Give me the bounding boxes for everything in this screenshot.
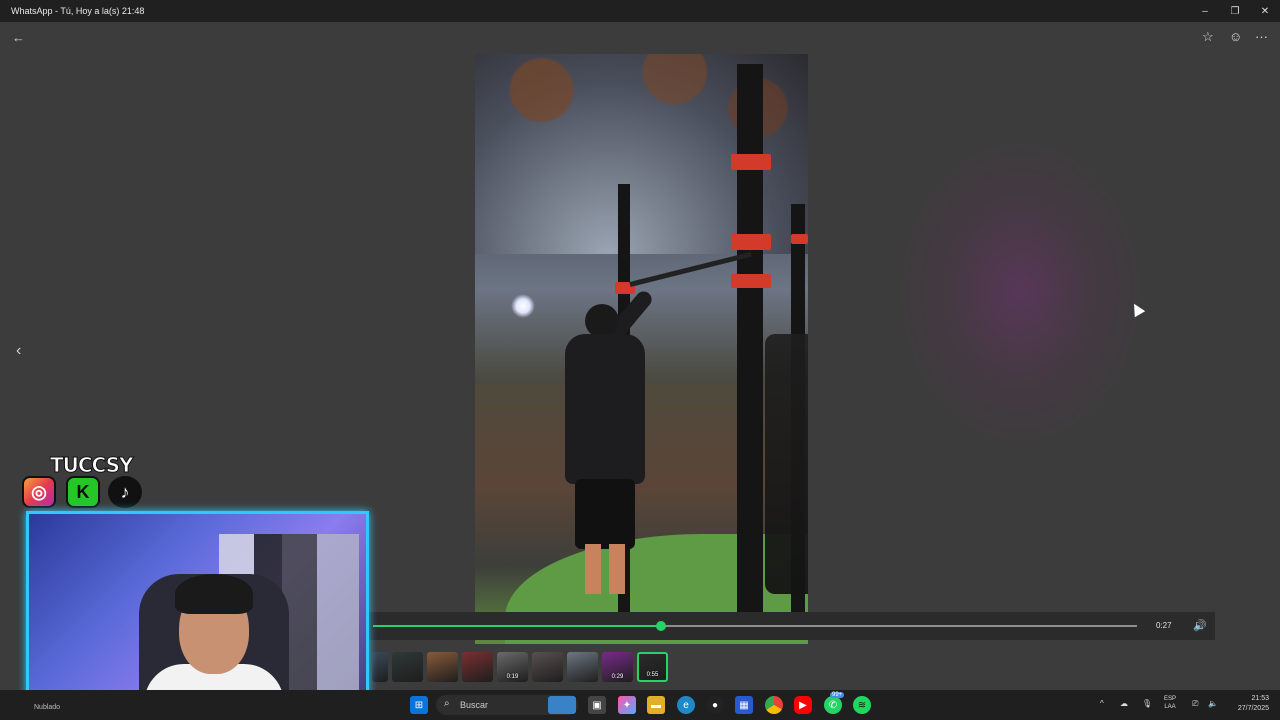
kick-icon: K	[66, 476, 100, 508]
emoji-react-icon[interactable]: ☺	[1229, 29, 1242, 44]
clock-date: 27/7/2025	[1237, 705, 1269, 712]
maximize-button[interactable]: ❐	[1220, 0, 1250, 22]
media-thumbnail[interactable]	[372, 652, 388, 682]
media-thumbnail[interactable]	[427, 652, 458, 682]
video-player-controls: 0:27 🔊	[365, 612, 1215, 640]
screen: WhatsApp - Tú, Hoy a la(s) 21:48 – ❐ ✕ ←…	[0, 0, 1280, 720]
tray-overflow-icon[interactable]: ^	[1100, 699, 1104, 708]
video-person-body	[565, 334, 645, 484]
video-pole	[737, 64, 763, 624]
webcam-overlay	[26, 511, 369, 704]
media-thumbnail[interactable]: 0:29	[602, 652, 633, 682]
window-title: WhatsApp - Tú, Hoy a la(s) 21:48	[11, 6, 145, 16]
thumbnail-duration: 0:55	[646, 672, 659, 678]
microsoft-store-icon[interactable]: ▦	[735, 696, 753, 714]
windows-taskbar: Nublado ⊞ ⌕ Buscar ▣ ✦ ▬ e ● ▦ ▶ ✆ 99+ ≋…	[0, 690, 1280, 720]
tiktok-icon: ♪	[108, 476, 142, 508]
lang-code: ESP	[1164, 696, 1177, 702]
video-clamp	[731, 234, 771, 250]
media-thumbnail-strip: 0:19 0:29 0:55	[372, 652, 668, 682]
thumbnail-duration: 0:19	[506, 674, 519, 680]
chrome-icon[interactable]	[765, 696, 783, 714]
current-time: 0:27	[1156, 621, 1172, 630]
instagram-icon: ◎	[22, 476, 56, 508]
whatsapp-notification-badge: 99+	[830, 692, 845, 698]
network-icon[interactable]: ⎚	[1192, 699, 1198, 709]
volume-icon[interactable]: 🔊	[1193, 619, 1207, 632]
speaker-icon[interactable]: 🔈	[1208, 699, 1218, 708]
video-person	[565, 288, 655, 594]
obs-icon[interactable]: ●	[706, 696, 724, 714]
blurred-background-blob	[900, 142, 1140, 442]
edge-browser-icon[interactable]: e	[677, 696, 695, 714]
video-streetlight	[511, 294, 535, 318]
minimize-button[interactable]: –	[1190, 0, 1220, 22]
seek-bar-handle[interactable]	[656, 621, 667, 631]
thumbnail-duration: 0:29	[611, 674, 624, 680]
previous-media-icon[interactable]: ‹	[16, 342, 21, 360]
video-clamp	[731, 154, 771, 170]
star-icon[interactable]: ☆	[1202, 29, 1214, 45]
media-thumbnail[interactable]	[567, 652, 598, 682]
weather-widget-text[interactable]: Nublado	[34, 704, 60, 711]
video-person-legs	[585, 544, 625, 594]
clock-time: 21:53	[1251, 695, 1269, 702]
video-person-shorts	[575, 479, 635, 549]
copilot-icon[interactable]: ✦	[618, 696, 636, 714]
media-thumbnail[interactable]	[392, 652, 423, 682]
onedrive-icon[interactable]: ☁	[1120, 699, 1128, 708]
taskbar-clock[interactable]: 21:53 27/7/2025	[1227, 694, 1269, 714]
back-arrow-icon[interactable]: ←	[12, 30, 25, 45]
webcam-person-hair	[175, 574, 253, 614]
copilot-highlight-icon[interactable]	[548, 696, 576, 714]
video-frame[interactable]	[475, 54, 808, 644]
file-explorer-icon[interactable]: ▬	[647, 696, 665, 714]
close-button[interactable]: ✕	[1250, 0, 1280, 22]
whatsapp-icon[interactable]: ✆	[824, 696, 842, 714]
input-language-indicator[interactable]: ESP LAA	[1164, 695, 1176, 711]
windows-start-icon[interactable]: ⊞	[410, 696, 428, 714]
video-person-head	[585, 304, 619, 338]
streamer-brand-logo: TUCCSY	[50, 453, 134, 478]
media-thumbnail[interactable]: 0:19	[497, 652, 528, 682]
microphone-icon[interactable]: 🎙	[1142, 699, 1152, 708]
video-spectators	[765, 334, 808, 594]
search-icon: ⌕	[444, 698, 450, 709]
task-view-icon[interactable]: ▣	[588, 696, 606, 714]
spotify-icon[interactable]: ≋	[853, 696, 871, 714]
video-clamp	[731, 274, 771, 288]
media-thumbnail[interactable]	[532, 652, 563, 682]
seek-bar[interactable]	[373, 621, 1137, 631]
youtube-icon[interactable]: ▶	[794, 696, 812, 714]
keyboard-layout: LAA	[1164, 704, 1176, 710]
seek-bar-progress	[373, 625, 662, 627]
window-titlebar: WhatsApp - Tú, Hoy a la(s) 21:48 – ❐ ✕	[0, 0, 1280, 22]
media-thumbnail[interactable]: 0:55	[637, 652, 668, 682]
video-clamp	[791, 234, 808, 244]
more-options-icon[interactable]: ···	[1255, 29, 1268, 44]
media-thumbnail[interactable]	[462, 652, 493, 682]
